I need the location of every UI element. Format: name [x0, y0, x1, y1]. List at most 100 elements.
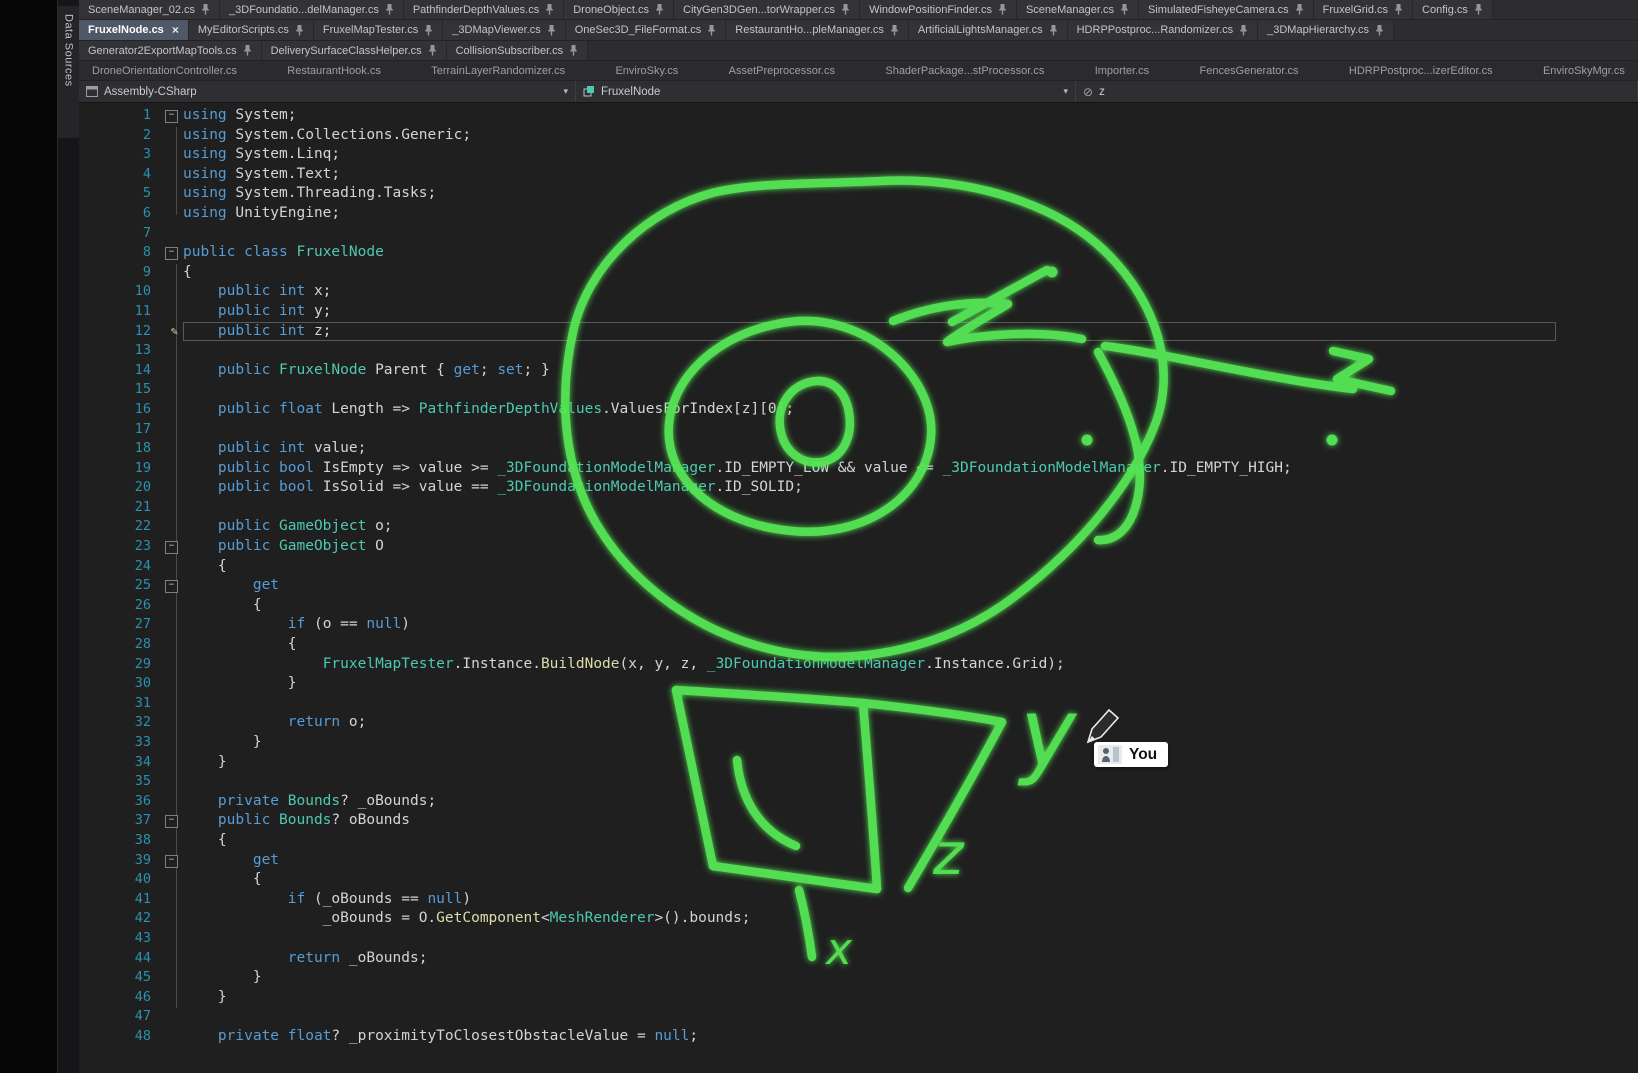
file-tab[interactable]: ShaderPackage...stProcessor.cs — [876, 61, 1053, 80]
code-line[interactable]: 48 private float? _proximityToClosestObs… — [79, 1027, 1638, 1047]
code-line[interactable]: 25− get — [79, 576, 1638, 596]
code-line[interactable]: 17 — [79, 420, 1638, 440]
file-tab[interactable]: ArtificialLightsManager.cs — [909, 20, 1068, 40]
file-tab[interactable]: CollisionSubscriber.cs — [447, 41, 589, 60]
code-line[interactable]: 13 — [79, 341, 1638, 361]
fold-collapse-icon[interactable]: − — [157, 243, 183, 263]
code-line[interactable]: 30 } — [79, 674, 1638, 694]
pin-icon[interactable] — [569, 45, 578, 56]
pin-icon[interactable] — [1239, 25, 1248, 36]
pin-icon[interactable] — [1474, 4, 1483, 15]
pin-icon[interactable] — [998, 4, 1007, 15]
code-line[interactable]: 35 — [79, 772, 1638, 792]
file-tab[interactable]: _3DMapHierarchy.cs — [1258, 20, 1394, 40]
code-line[interactable]: 42 _oBounds = O.GetComponent<MeshRendere… — [79, 909, 1638, 929]
file-tab[interactable]: _3DMapViewer.cs — [443, 20, 565, 40]
code-line[interactable]: 32 return o; — [79, 713, 1638, 733]
file-tab[interactable]: RestaurantHo...pleManager.cs — [726, 20, 909, 40]
code-line[interactable]: 3using System.Linq; — [79, 145, 1638, 165]
file-tab[interactable]: PathfinderDepthValues.cs — [404, 0, 564, 19]
pin-icon[interactable] — [424, 25, 433, 36]
file-tab[interactable]: HDRPPostproc...izerEditor.cs — [1340, 61, 1502, 80]
code-line[interactable]: 21 — [79, 498, 1638, 518]
pin-icon[interactable] — [1049, 25, 1058, 36]
code-line[interactable]: 28 { — [79, 635, 1638, 655]
pin-icon[interactable] — [1394, 4, 1403, 15]
code-line[interactable]: 36 private Bounds? _oBounds; — [79, 792, 1638, 812]
pin-icon[interactable] — [547, 25, 556, 36]
fold-collapse-icon[interactable]: − — [157, 851, 183, 871]
type-selector[interactable]: FruxelNode ▾ — [576, 81, 1076, 102]
file-tab[interactable]: RestaurantHook.cs — [278, 61, 390, 80]
code-editor[interactable]: 1−using System;2using System.Collections… — [79, 103, 1638, 1073]
code-line[interactable]: 26 { — [79, 596, 1638, 616]
code-line[interactable]: 1−using System; — [79, 106, 1638, 126]
file-tab[interactable]: SimulatedFisheyeCamera.cs — [1139, 0, 1314, 19]
code-line[interactable]: 23− public GameObject O — [79, 537, 1638, 557]
code-line[interactable]: 7 — [79, 224, 1638, 244]
code-line[interactable]: 24 { — [79, 557, 1638, 577]
file-tab[interactable]: MyEditorScripts.cs — [189, 20, 314, 40]
fold-collapse-icon[interactable]: − — [157, 537, 183, 557]
code-line[interactable]: 11 public int y; — [79, 302, 1638, 322]
fold-collapse-icon[interactable]: − — [157, 106, 183, 126]
code-line[interactable]: 18 public int value; — [79, 439, 1638, 459]
code-line[interactable]: 5using System.Threading.Tasks; — [79, 184, 1638, 204]
pin-icon[interactable] — [890, 25, 899, 36]
pin-icon[interactable] — [428, 45, 437, 56]
file-tab[interactable]: EnviroSky.cs — [606, 61, 687, 80]
code-line[interactable]: 34 } — [79, 753, 1638, 773]
code-line[interactable]: 33 } — [79, 733, 1638, 753]
pin-icon[interactable] — [1120, 4, 1129, 15]
code-line[interactable]: 15 — [79, 380, 1638, 400]
file-tab[interactable]: _3DFoundatio...delManager.cs — [220, 0, 404, 19]
code-line[interactable]: 9{ — [79, 263, 1638, 283]
file-tab[interactable]: Importer.cs — [1086, 61, 1158, 80]
pin-icon[interactable] — [243, 45, 252, 56]
pin-icon[interactable] — [707, 25, 716, 36]
pin-icon[interactable] — [385, 4, 394, 15]
pin-icon[interactable] — [295, 25, 304, 36]
code-line[interactable]: 22 public GameObject o; — [79, 517, 1638, 537]
file-tab[interactable]: SceneManager_02.cs — [79, 0, 220, 19]
code-line[interactable]: 37− public Bounds? oBounds — [79, 811, 1638, 831]
code-line[interactable]: 16 public float Length => PathfinderDept… — [79, 400, 1638, 420]
file-tab[interactable]: EnviroSkyMgr.cs — [1534, 61, 1634, 80]
fold-collapse-icon[interactable]: − — [157, 811, 183, 831]
pin-icon[interactable] — [545, 4, 554, 15]
code-line[interactable]: 6using UnityEngine; — [79, 204, 1638, 224]
file-tab[interactable]: HDRPPostproc...Randomizer.cs — [1068, 20, 1259, 40]
file-tab[interactable]: FruxelMapTester.cs — [314, 20, 443, 40]
member-selector[interactable]: ⊘ z — [1076, 81, 1638, 102]
file-tab[interactable]: DeliverySurfaceClassHelper.cs — [262, 41, 447, 60]
code-line[interactable]: 41 if (_oBounds == null) — [79, 890, 1638, 910]
file-tab[interactable]: FruxelGrid.cs — [1314, 0, 1413, 19]
code-line[interactable]: 4using System.Text; — [79, 165, 1638, 185]
code-line[interactable]: 14 public FruxelNode Parent { get; set; … — [79, 361, 1638, 381]
code-line[interactable]: 43 — [79, 929, 1638, 949]
code-line[interactable]: 44 return _oBounds; — [79, 949, 1638, 969]
pin-icon[interactable] — [201, 4, 210, 15]
file-tab[interactable]: DroneObject.cs — [564, 0, 674, 19]
code-line[interactable]: 10 public int x; — [79, 282, 1638, 302]
code-line[interactable]: 31 — [79, 694, 1638, 714]
code-line[interactable]: 29 FruxelMapTester.Instance.BuildNode(x,… — [79, 655, 1638, 675]
file-tab[interactable]: AssetPreprocessor.cs — [720, 61, 844, 80]
code-line[interactable]: 46 } — [79, 988, 1638, 1008]
file-tab[interactable]: WindowPositionFinder.cs — [860, 0, 1017, 19]
project-selector[interactable]: Assembly-CSharp ▾ — [79, 81, 576, 102]
file-tab[interactable]: FruxelNode.cs× — [79, 20, 189, 40]
code-line[interactable]: 12✎ public int z; — [79, 322, 1638, 342]
file-tab[interactable]: TerrainLayerRandomizer.cs — [422, 61, 574, 80]
file-tab[interactable]: Generator2ExportMapTools.cs — [79, 41, 262, 60]
pin-icon[interactable] — [841, 4, 850, 15]
pin-icon[interactable] — [1375, 25, 1384, 36]
code-line[interactable]: 40 { — [79, 870, 1638, 890]
code-line[interactable]: 2using System.Collections.Generic; — [79, 126, 1638, 146]
file-tab[interactable]: Config.cs — [1413, 0, 1493, 19]
pin-icon[interactable] — [1295, 4, 1304, 15]
pin-icon[interactable] — [655, 4, 664, 15]
fold-collapse-icon[interactable]: − — [157, 576, 183, 596]
data-sources-tab[interactable]: Data Sources — [58, 6, 79, 138]
file-tab[interactable]: CityGen3DGen...torWrapper.cs — [674, 0, 860, 19]
